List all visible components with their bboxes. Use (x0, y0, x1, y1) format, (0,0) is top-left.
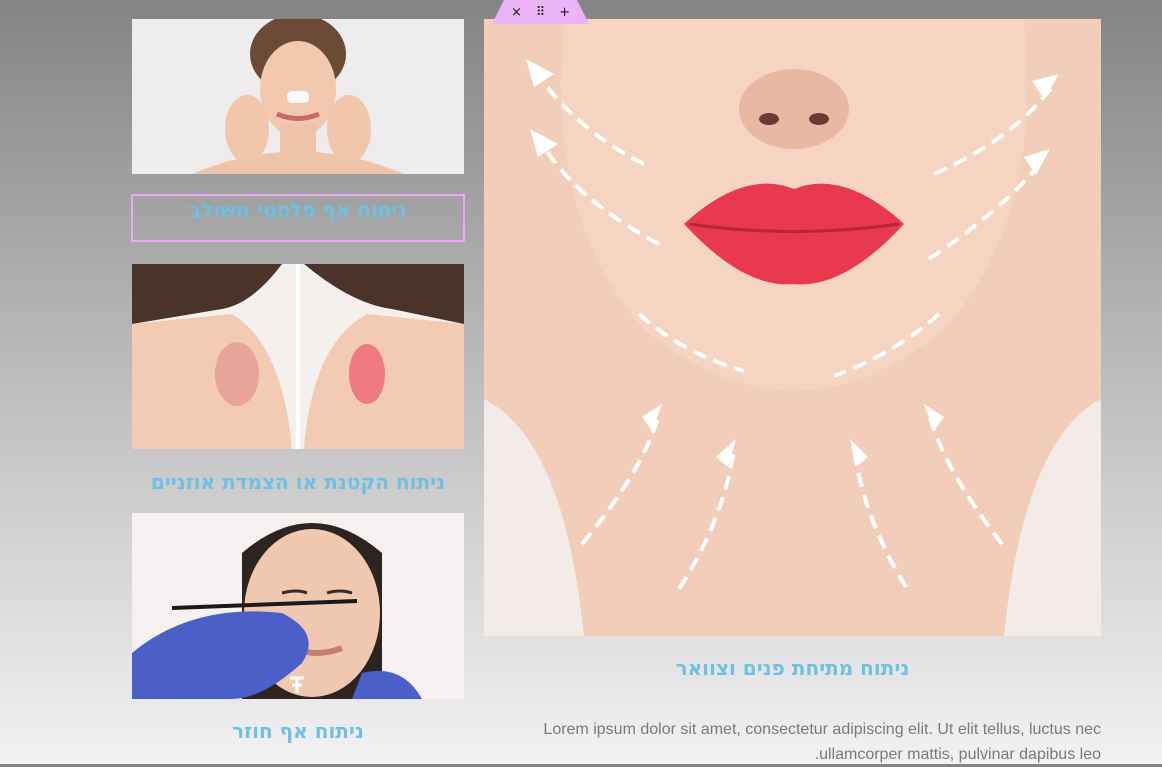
card-image-ears (132, 264, 464, 449)
main-description: Lorem ipsum dolor sit amet, consectetur … (543, 721, 1101, 763)
card-image-nose-strip (132, 19, 464, 174)
editor-section-toolbar: × ⠿ + (492, 0, 589, 24)
card-title-revision-rhinoplasty[interactable]: ניתוח אף חוזר (132, 719, 464, 743)
close-icon[interactable]: × (511, 5, 522, 20)
card-image-revision-rhinoplasty (132, 513, 464, 699)
main-image-facelift (484, 19, 1101, 636)
drag-handle-icon[interactable]: ⠿ (536, 5, 546, 20)
main-title-facelift[interactable]: ניתוח מתיחת פנים וצוואר (484, 656, 1101, 680)
card-title-ear-surgery[interactable]: ניתוח הקטנת או הצמדת אוזניים (132, 470, 464, 494)
add-icon[interactable]: + (559, 5, 570, 20)
card-title-combined-rhinoplasty[interactable]: ניתוח אף פלסטי משולב (131, 194, 465, 242)
